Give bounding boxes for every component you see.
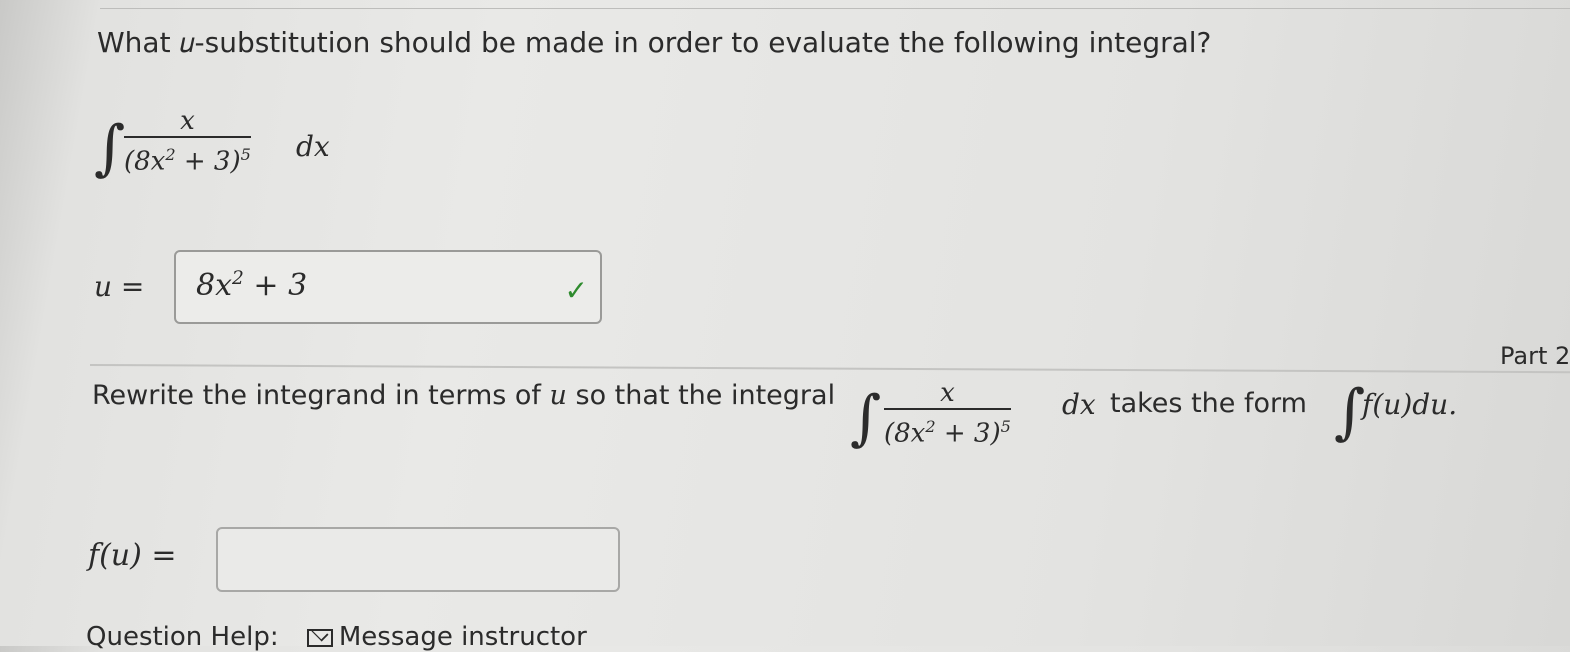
target-form: 𝑓(𝑢)𝑑𝑢.	[1362, 388, 1458, 421]
fu-label: 𝑓(𝑢) =	[88, 538, 177, 573]
fu-answer-field[interactable]	[216, 527, 620, 592]
integral-numerator-2: 𝑥	[940, 378, 955, 408]
u-label: 𝑢 =	[94, 270, 145, 303]
u-answer-value: 8𝑥2 + 3	[196, 268, 308, 303]
checkmark-icon: ✓	[564, 274, 588, 307]
u-answer-field[interactable]: 8𝑥2 + 3 ✓	[174, 250, 602, 324]
integral-differential: 𝑑𝑥	[296, 130, 330, 163]
integral-sign-3: ∫	[1334, 377, 1366, 447]
message-instructor-link[interactable]: Message instructor	[287, 622, 587, 652]
question-1-text: What 𝑢-substitution should be made in or…	[97, 26, 1212, 59]
integral-differential-2: 𝑑𝑥	[1062, 388, 1096, 421]
question-2-text: Rewrite the integrand in terms of 𝑢 so t…	[92, 380, 836, 411]
integral-sign-2: ∫	[850, 383, 882, 453]
question-help-label: Question Help:	[86, 622, 279, 652]
mail-icon	[306, 628, 333, 647]
takes-form-text: takes the form	[1110, 388, 1307, 419]
integral-numerator: 𝑥	[180, 106, 195, 136]
integral-denominator: (8𝑥2 + 3)5	[124, 145, 251, 177]
question-help: Question Help: Message instructor	[86, 622, 587, 652]
integral-sign: ∫	[94, 113, 126, 183]
integral-fraction-2: 𝑥 (8𝑥2 + 3)5	[884, 378, 1011, 451]
top-divider	[100, 8, 1570, 9]
integral-fraction: 𝑥 (8𝑥2 + 3)5	[124, 106, 251, 179]
integral-denominator-2: (8𝑥2 + 3)5	[884, 417, 1011, 449]
part-label: Part 2	[1500, 342, 1570, 370]
section-divider	[89, 364, 1570, 374]
